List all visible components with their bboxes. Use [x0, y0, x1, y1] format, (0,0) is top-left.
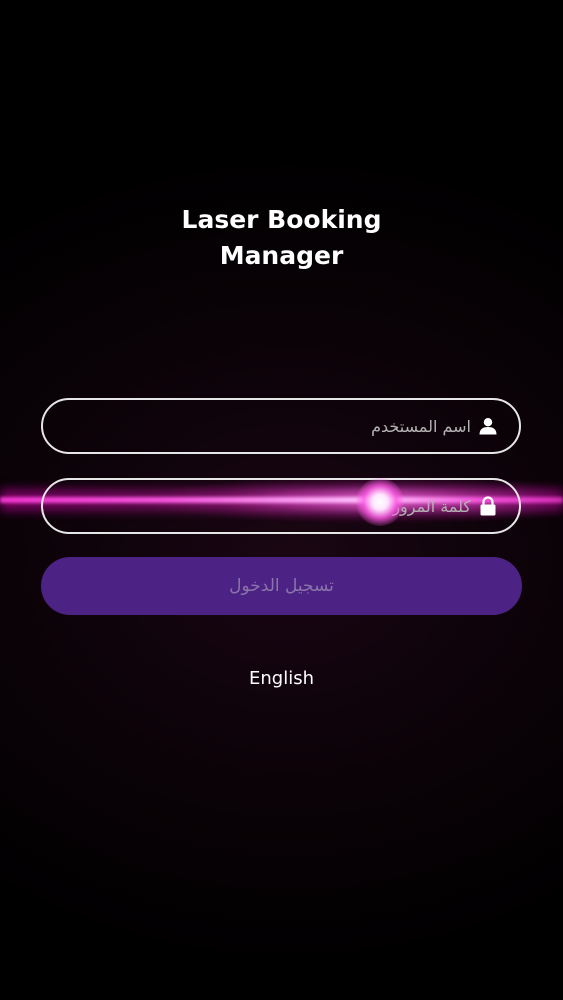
app-title: Laser Booking Manager [0, 202, 563, 274]
username-input[interactable] [91, 416, 471, 436]
login-screen: Laser Booking Manager تسجيل الدخول Engli… [0, 0, 563, 1000]
user-icon [479, 417, 497, 435]
app-title-line-2: Manager [219, 241, 344, 270]
lock-icon [479, 496, 497, 516]
app-title-line-1: Laser Booking [181, 205, 382, 234]
password-field[interactable] [41, 478, 521, 534]
username-field[interactable] [41, 398, 521, 454]
password-input[interactable] [91, 496, 471, 516]
language-toggle-link[interactable]: English [0, 668, 563, 689]
login-button[interactable]: تسجيل الدخول [41, 557, 522, 615]
